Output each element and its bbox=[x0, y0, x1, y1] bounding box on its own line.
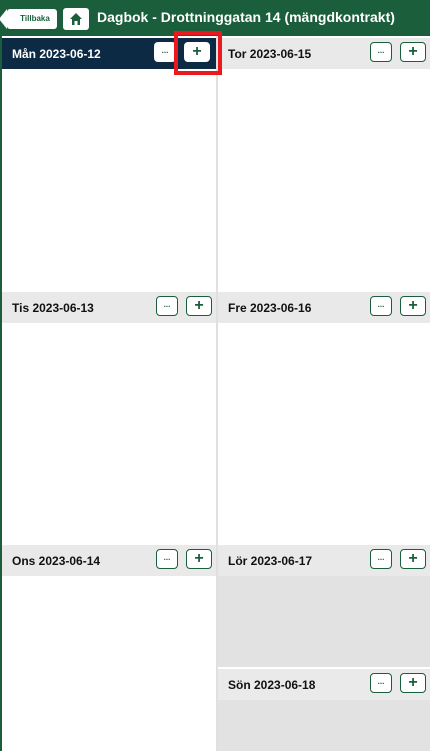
add-entry-button[interactable]: + bbox=[400, 296, 426, 316]
day-header-sat: Lör 2023-06-17 ... + bbox=[218, 545, 430, 576]
day-header-wed: Ons 2023-06-14 ... + bbox=[2, 545, 216, 576]
back-button[interactable]: Tillbaka bbox=[0, 9, 57, 29]
day-label: Tis 2023-06-13 bbox=[12, 301, 94, 315]
day-label: Sön 2023-06-18 bbox=[228, 678, 316, 692]
add-entry-button[interactable]: + bbox=[186, 549, 212, 569]
more-button[interactable]: ... bbox=[370, 296, 392, 316]
page-title: Dagbok - Drottninggatan 14 (mängdkontrak… bbox=[97, 9, 395, 25]
day-label: Mån 2023-06-12 bbox=[12, 47, 101, 61]
day-header-fri: Fre 2023-06-16 ... + bbox=[218, 292, 430, 323]
left-edge-accent bbox=[0, 36, 2, 751]
more-button[interactable]: ... bbox=[154, 42, 176, 62]
day-header-sun: Sön 2023-06-18 ... + bbox=[218, 669, 430, 700]
more-button[interactable]: ... bbox=[370, 549, 392, 569]
add-entry-button[interactable]: + bbox=[400, 42, 426, 62]
more-button[interactable]: ... bbox=[156, 549, 178, 569]
more-button[interactable]: ... bbox=[156, 296, 178, 316]
more-button[interactable]: ... bbox=[370, 673, 392, 693]
day-label: Tor 2023-06-15 bbox=[228, 47, 312, 61]
home-icon bbox=[70, 13, 82, 25]
day-label: Ons 2023-06-14 bbox=[12, 554, 101, 568]
day-label: Lör 2023-06-17 bbox=[228, 554, 313, 568]
day-header-tue: Tis 2023-06-13 ... + bbox=[2, 292, 216, 323]
day-label: Fre 2023-06-16 bbox=[228, 301, 312, 315]
add-entry-button[interactable]: + bbox=[400, 549, 426, 569]
more-button[interactable]: ... bbox=[370, 42, 392, 62]
day-header-thu: Tor 2023-06-15 ... + bbox=[218, 38, 430, 69]
weekend-area-sat bbox=[218, 576, 430, 667]
focus-highlight bbox=[174, 31, 222, 75]
weekend-area-sun bbox=[218, 700, 430, 751]
add-entry-button[interactable]: + bbox=[400, 673, 426, 693]
add-entry-button[interactable]: + bbox=[186, 296, 212, 316]
home-button[interactable] bbox=[63, 8, 89, 30]
